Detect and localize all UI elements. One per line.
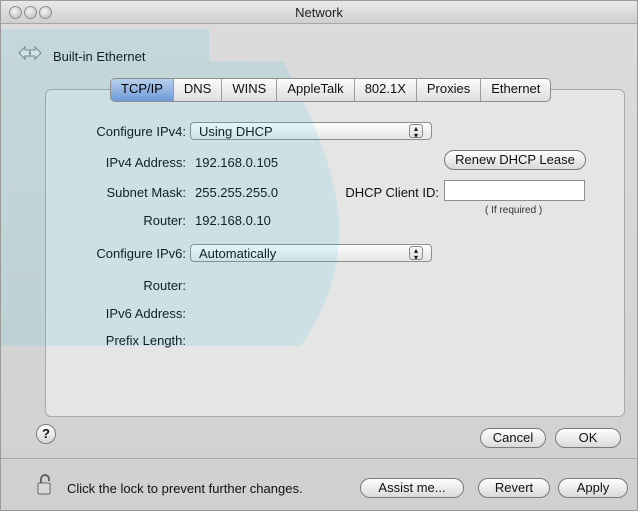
popup-arrows-icon: ▴ ▾ xyxy=(409,246,423,262)
ipv4-router-label: Router: xyxy=(143,213,186,228)
apply-button[interactable]: Apply xyxy=(558,478,628,498)
network-arrows-icon[interactable] xyxy=(18,45,42,61)
dhcp-client-id-label: DHCP Client ID: xyxy=(345,185,439,200)
popup-arrows-icon: ▴ ▾ xyxy=(409,124,423,140)
lock-message: Click the lock to prevent further change… xyxy=(67,481,303,496)
client-id-hint: ( If required ) xyxy=(485,205,543,216)
ipv4-address-value: 192.168.0.105 xyxy=(195,155,279,170)
ipv4-address-label: IPv4 Address: xyxy=(105,155,186,170)
ipv6-address-label: IPv6 Address: xyxy=(105,306,186,321)
subnet-mask-label: Subnet Mask: xyxy=(106,185,187,200)
help-button[interactable]: ? xyxy=(36,424,56,444)
cancel-button[interactable]: Cancel xyxy=(480,428,546,448)
configure-ipv4-value: Using DHCP xyxy=(199,124,273,139)
tab-tcpip[interactable]: TCP/IP xyxy=(111,79,174,101)
network-window: Network Built-in Ethernet TCP/IP DNS WIN… xyxy=(0,0,638,511)
revert-button[interactable]: Revert xyxy=(478,478,550,498)
tab-dns[interactable]: DNS xyxy=(174,79,223,101)
tab-ethernet[interactable]: Ethernet xyxy=(481,79,550,101)
configure-ipv4-popup[interactable]: Using DHCP ▴ ▾ xyxy=(190,122,432,140)
footer-divider xyxy=(1,458,637,459)
ipv4-router-value: 192.168.0.10 xyxy=(195,213,271,228)
tab-wins[interactable]: WINS xyxy=(222,79,278,101)
tab-proxies[interactable]: Proxies xyxy=(417,79,482,101)
tab-8021x[interactable]: 802.1X xyxy=(355,79,417,101)
dhcp-client-id-field[interactable] xyxy=(444,180,585,201)
renew-dhcp-lease-button[interactable]: Renew DHCP Lease xyxy=(444,150,586,170)
configure-ipv4-label: Configure IPv4: xyxy=(96,124,186,139)
tab-appletalk[interactable]: AppleTalk xyxy=(277,79,355,101)
lock-icon[interactable] xyxy=(37,474,53,496)
prefix-length-label: Prefix Length: xyxy=(105,333,186,348)
ipv6-router-label: Router: xyxy=(143,278,186,293)
title-bar: Network xyxy=(1,1,637,24)
configure-ipv6-label: Configure IPv6: xyxy=(96,246,186,261)
tab-bar: TCP/IP DNS WINS AppleTalk 802.1X Proxies… xyxy=(110,78,552,102)
configure-ipv6-popup[interactable]: Automatically ▴ ▾ xyxy=(190,244,432,262)
subnet-mask-value: 255.255.255.0 xyxy=(195,185,279,200)
ok-button[interactable]: OK xyxy=(555,428,621,448)
configure-ipv6-value: Automatically xyxy=(199,246,277,261)
assist-me-button[interactable]: Assist me... xyxy=(360,478,464,498)
network-location-label: Built-in Ethernet xyxy=(53,49,146,64)
window-title: Network xyxy=(295,5,343,20)
